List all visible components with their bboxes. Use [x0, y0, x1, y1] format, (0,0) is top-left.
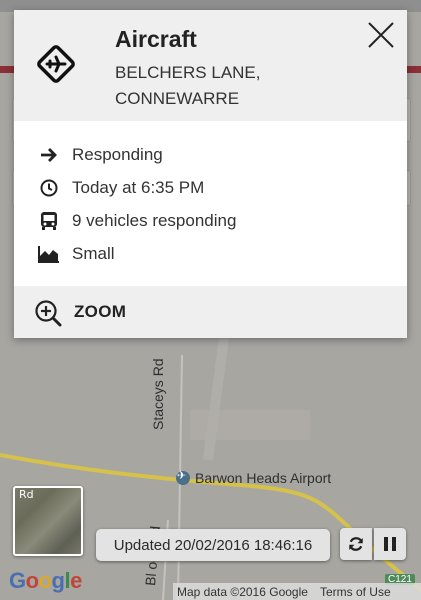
clock-icon — [38, 177, 60, 199]
pause-button[interactable] — [374, 528, 406, 560]
incident-popup: Aircraft BELCHERS LANE, CONNEWARRE Respo… — [14, 10, 407, 338]
last-updated-button[interactable]: Updated 20/02/2016 18:46:16 — [96, 529, 330, 561]
google-logo: Google — [9, 568, 82, 593]
close-icon[interactable] — [366, 20, 396, 50]
detail-vehicles: 9 vehicles responding — [38, 207, 236, 235]
incident-header: Aircraft BELCHERS LANE, CONNEWARRE — [14, 10, 407, 121]
bus-icon — [38, 210, 60, 232]
road-label-staceys: Staceys Rd — [150, 358, 166, 430]
zoom-in-icon — [35, 300, 62, 327]
detail-status: Responding — [38, 141, 163, 169]
area-chart-icon — [38, 243, 60, 265]
time-text: Today at 6:35 PM — [72, 178, 205, 197]
size-text: Small — [72, 244, 115, 263]
refresh-button[interactable] — [340, 528, 372, 560]
satellite-toggle-thumbnail[interactable]: Rd — [13, 486, 83, 556]
airport-label: Barwon Heads Airport — [195, 470, 332, 486]
zoom-button[interactable]: ZOOM — [14, 286, 407, 338]
airport-icon — [176, 469, 190, 485]
pause-icon — [384, 537, 396, 551]
aircraft-diamond-icon — [37, 45, 75, 83]
airport-marker[interactable]: Barwon Heads Airport — [176, 469, 332, 486]
arrow-right-icon — [38, 144, 60, 166]
detail-time: Today at 6:35 PM — [38, 174, 204, 202]
status-text: Responding — [72, 145, 163, 164]
incident-location: BELCHERS LANE, CONNEWARRE — [115, 63, 261, 108]
map-data-text: Map data ©2016 Google — [177, 584, 308, 599]
zoom-label: ZOOM — [74, 302, 127, 321]
vehicles-text: 9 vehicles responding — [72, 211, 237, 230]
incident-title: Aircraft — [115, 26, 197, 52]
terms-link[interactable]: Terms of Use — [320, 585, 391, 599]
refresh-icon — [349, 537, 363, 551]
detail-size: Small — [38, 240, 115, 268]
thumbnail-road-label: Rd — [19, 488, 34, 501]
map-attribution: Map data ©2016 Google Terms of Use — [173, 583, 421, 600]
last-updated-text: Updated 20/02/2016 18:46:16 — [113, 536, 313, 554]
